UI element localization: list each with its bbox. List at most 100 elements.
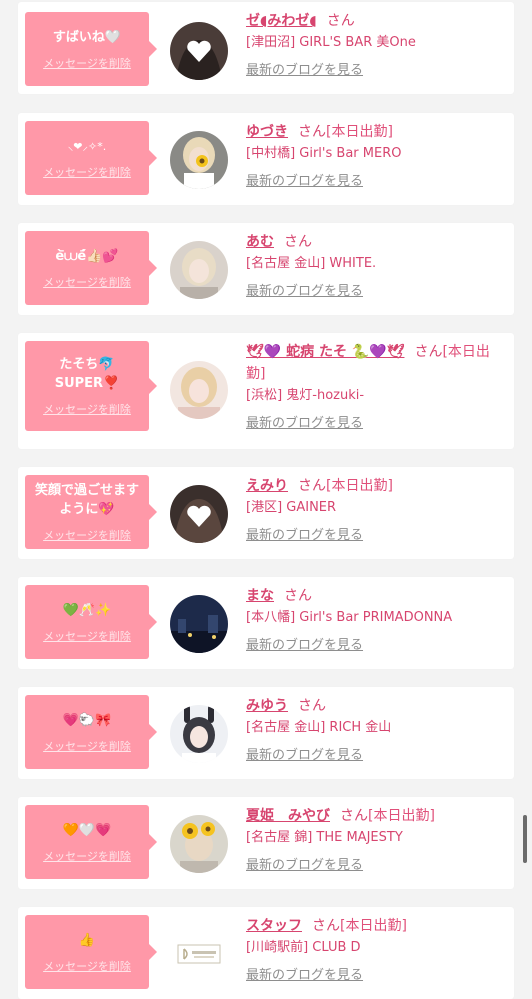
- user-name-link[interactable]: まな: [246, 588, 274, 604]
- avatar[interactable]: [170, 361, 228, 419]
- shop-label: [中村橋] Girl's Bar MERO: [246, 146, 402, 161]
- item-info: スタッフ さん[本日出勤] [川崎駅前] CLUB D 最新のブログを見る: [246, 915, 504, 987]
- item-info: ゼ◖みわゼ◖ さん [津田沼] GIRL'S BAR 美One 最新のブログを見る: [246, 10, 504, 82]
- user-name-link[interactable]: 夏姫 みやび: [246, 808, 330, 824]
- honorific: さん: [414, 344, 443, 360]
- message-text: 笑顔で過ごせます ように💖: [34, 483, 139, 517]
- shop-label: [港区] GAINER: [246, 500, 337, 515]
- city-night-avatar-icon: [170, 595, 228, 653]
- latest-blog-link[interactable]: 最新のブログを見る: [246, 413, 363, 435]
- message-text: è᷅⩊é᷄👍🏻💕: [55, 248, 119, 264]
- message-bubble: ⸜❤︎⸝‍✧*. メッセージを削除: [25, 121, 157, 195]
- user-name-link[interactable]: ゆづき: [246, 124, 288, 140]
- delete-message-button[interactable]: メッセージを削除: [43, 401, 131, 417]
- list-item: 👍 メッセージを削除 スタッフ さん[本日出勤] [川崎駅前] CLUB D 最新…: [18, 907, 514, 999]
- list-item: 笑顔で過ごせます ように💖 メッセージを削除 えみり さん[本日出勤] [港区] …: [18, 467, 514, 559]
- latest-blog-link[interactable]: 最新のブログを見る: [246, 855, 363, 877]
- honorific: さん: [284, 234, 312, 250]
- scrollbar[interactable]: [523, 815, 527, 863]
- honorific: さん: [298, 698, 326, 714]
- shop-label: [本八幡] Girl's Bar PRIMADONNA: [246, 610, 453, 625]
- club-d-logo-icon: [170, 925, 228, 983]
- message-text: すばいね🤍: [52, 29, 122, 45]
- shop-label: [名古屋 金山] WHITE.: [246, 256, 377, 271]
- delete-message-button[interactable]: メッセージを削除: [43, 55, 131, 71]
- item-info: みゆう さん [名古屋 金山] RICH 金山 最新のブログを見る: [246, 695, 504, 767]
- honorific: さん: [298, 478, 326, 494]
- item-info: ゆづき さん[本日出勤] [中村橋] Girl's Bar MERO 最新のブログ…: [246, 121, 504, 193]
- honorific: さん: [284, 588, 312, 604]
- message-text: 🧡🤍💗: [62, 822, 112, 838]
- heart-avatar-icon: [170, 22, 228, 80]
- list-item: 🧡🤍💗 メッセージを削除 夏姫 みやび さん[本日出勤] [名古屋 錦] THE …: [18, 797, 514, 889]
- user-name-link[interactable]: えみり: [246, 478, 288, 494]
- shop-label: [川崎駅前] CLUB D: [246, 940, 361, 955]
- message-bubble: 笑顔で過ごせます ように💖 メッセージを削除: [25, 475, 157, 549]
- message-bubble: 💗🐑🎀 メッセージを削除: [25, 695, 157, 769]
- avatar[interactable]: [170, 241, 228, 299]
- avatar[interactable]: [170, 485, 228, 543]
- list-item: たそち🐬 SUPER❣️ メッセージを削除 🕊💜 蛇病 たそ 🐍💜🕊 さん[本日出…: [18, 333, 514, 449]
- user-name-link[interactable]: あむ: [246, 234, 274, 250]
- avatar[interactable]: [170, 595, 228, 653]
- shop-label: [津田沼] GIRL'S BAR 美One: [246, 35, 416, 50]
- user-name-link[interactable]: ゼ◖みわゼ◖: [246, 13, 317, 29]
- item-info: えみり さん[本日出勤] [港区] GAINER 最新のブログを見る: [246, 475, 504, 547]
- latest-blog-link[interactable]: 最新のブログを見る: [246, 171, 363, 193]
- girl-avatar-icon: [170, 361, 228, 419]
- message-bubble: 👍 メッセージを削除: [25, 915, 157, 989]
- list-item: すばいね🤍 メッセージを削除 ゼ◖みわゼ◖ さん [津田沼] GIRL'S BAR…: [18, 2, 514, 94]
- list-item: è᷅⩊é᷄👍🏻💕 メッセージを削除 あむ さん [名古屋 金山] WHITE. 最…: [18, 223, 514, 315]
- latest-blog-link[interactable]: 最新のブログを見る: [246, 60, 363, 82]
- delete-message-button[interactable]: メッセージを削除: [43, 848, 131, 864]
- message-bubble: すばいね🤍 メッセージを削除: [25, 12, 157, 86]
- delete-message-button[interactable]: メッセージを削除: [43, 527, 131, 543]
- latest-blog-link[interactable]: 最新のブログを見る: [246, 635, 363, 657]
- delete-message-button[interactable]: メッセージを削除: [43, 738, 131, 754]
- message-bubble: 💚🥂✨ メッセージを削除: [25, 585, 157, 659]
- delete-message-button[interactable]: メッセージを削除: [43, 958, 131, 974]
- honorific: さん: [312, 918, 340, 934]
- delete-message-button[interactable]: メッセージを削除: [43, 628, 131, 644]
- honorific: さん: [298, 124, 326, 140]
- list-item: ⸜❤︎⸝‍✧*. メッセージを削除 ゆづき さん[本日出勤] [中村橋] Girl…: [18, 113, 514, 205]
- attendance-suffix: [本日出勤]: [326, 124, 393, 140]
- delete-message-button[interactable]: メッセージを削除: [43, 274, 131, 290]
- avatar[interactable]: [170, 815, 228, 873]
- message-text: 💚🥂✨: [62, 602, 112, 618]
- delete-message-button[interactable]: メッセージを削除: [43, 164, 131, 180]
- avatar[interactable]: [170, 131, 228, 189]
- list-item: 💚🥂✨ メッセージを削除 まな さん [本八幡] Girl's Bar PRIMA…: [18, 577, 514, 669]
- avatar[interactable]: [170, 705, 228, 763]
- heart-avatar-icon: [170, 485, 228, 543]
- item-info: 🕊💜 蛇病 たそ 🐍💜🕊 さん[本日出勤] [浜松] 鬼灯-hozuki- 最新の…: [246, 341, 504, 435]
- user-name-link[interactable]: みゆう: [246, 698, 288, 714]
- user-name-link[interactable]: 🕊💜 蛇病 たそ 🐍💜🕊: [246, 344, 404, 360]
- message-text: たそち🐬 SUPER❣️: [54, 357, 120, 391]
- bunny-girl-avatar-icon: [170, 705, 228, 763]
- user-name-link[interactable]: スタッフ: [246, 918, 302, 934]
- message-bubble: è᷅⩊é᷄👍🏻💕 メッセージを削除: [25, 231, 157, 305]
- message-bubble: たそち🐬 SUPER❣️ メッセージを削除: [25, 341, 157, 431]
- message-bubble: 🧡🤍💗 メッセージを削除: [25, 805, 157, 879]
- latest-blog-link[interactable]: 最新のブログを見る: [246, 281, 363, 303]
- avatar[interactable]: [170, 925, 228, 983]
- girl-avatar-icon: [170, 241, 228, 299]
- item-info: まな さん [本八幡] Girl's Bar PRIMADONNA 最新のブログを…: [246, 585, 504, 657]
- sunflower-avatar-icon: [170, 131, 228, 189]
- attendance-suffix: [本日出勤]: [326, 478, 393, 494]
- item-info: 夏姫 みやび さん[本日出勤] [名古屋 錦] THE MAJESTY 最新のブロ…: [246, 805, 504, 877]
- attendance-suffix: [本日出勤]: [368, 808, 435, 824]
- latest-blog-link[interactable]: 最新のブログを見る: [246, 965, 363, 987]
- attendance-suffix: [本日出勤]: [340, 918, 407, 934]
- message-text: ⸜❤︎⸝‍✧*.: [67, 139, 107, 153]
- honorific: さん: [340, 808, 368, 824]
- list-item: 💗🐑🎀 メッセージを削除 みゆう さん [名古屋 金山] RICH 金山 最新のブ…: [18, 687, 514, 779]
- sunflower-avatar-icon: [170, 815, 228, 873]
- honorific: さん: [326, 13, 355, 29]
- avatar[interactable]: [170, 22, 228, 80]
- latest-blog-link[interactable]: 最新のブログを見る: [246, 525, 363, 547]
- shop-label: [浜松] 鬼灯-hozuki-: [246, 388, 365, 403]
- item-info: あむ さん [名古屋 金山] WHITE. 最新のブログを見る: [246, 231, 504, 303]
- latest-blog-link[interactable]: 最新のブログを見る: [246, 745, 363, 767]
